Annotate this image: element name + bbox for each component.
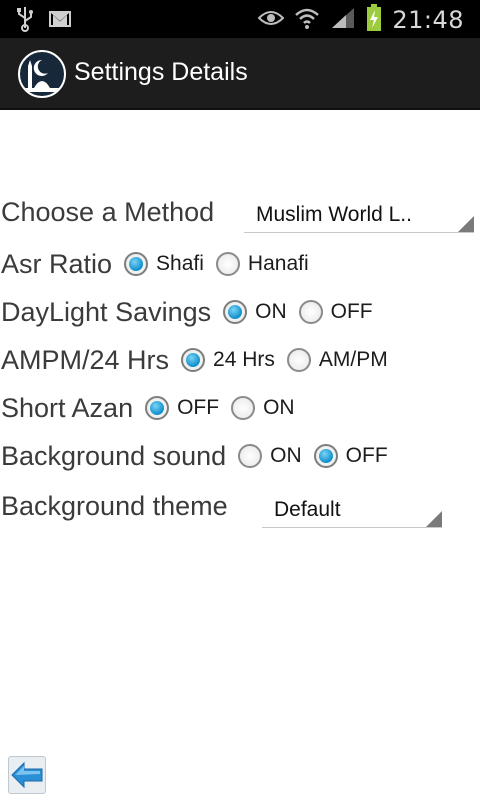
ampm-24hrs-radio[interactable] <box>181 348 206 372</box>
mosque-crescent-logo <box>18 50 66 98</box>
gmail-icon <box>48 9 72 33</box>
signal-icon <box>330 7 356 33</box>
action-bar: Settings Details <box>0 38 480 110</box>
background-sound-label: Background sound <box>1 440 227 471</box>
ampm-ampm-label[interactable]: AM/PM <box>319 348 388 372</box>
background-theme-label: Background theme <box>1 490 228 521</box>
spinner-arrow-icon <box>458 216 474 232</box>
daylight-off-label[interactable]: OFF <box>331 300 373 324</box>
short-azan-row: Short Azan OFF ON <box>0 386 307 430</box>
theme-spinner-value: Default <box>274 498 341 521</box>
asr-hanafi-radio[interactable] <box>215 252 240 276</box>
method-spinner[interactable]: Muslim World L.. <box>244 195 474 233</box>
asr-hanafi-label[interactable]: Hanafi <box>248 252 309 276</box>
daylight-off-radio[interactable] <box>298 300 323 324</box>
asr-ratio-label: Asr Ratio <box>1 248 113 279</box>
method-label: Choose a Method <box>1 196 215 227</box>
back-arrow-icon <box>9 761 45 797</box>
daylight-row: DayLight Savings ON OFF <box>0 290 385 334</box>
method-row: Choose a Method <box>0 190 214 234</box>
ampm-ampm-radio[interactable] <box>286 348 311 372</box>
azan-off-radio[interactable] <box>145 396 170 420</box>
usb-icon <box>16 6 34 36</box>
short-azan-label: Short Azan <box>1 392 134 423</box>
daylight-on-label[interactable]: ON <box>255 300 287 324</box>
eye-icon <box>257 9 285 31</box>
ampm-24hrs-label[interactable]: 24 Hrs <box>213 348 275 372</box>
bgsound-off-radio[interactable] <box>313 444 338 468</box>
ampm-label: AMPM/24 Hrs <box>1 344 170 375</box>
ampm-row: AMPM/24 Hrs 24 Hrs AM/PM <box>0 338 400 382</box>
method-spinner-value: Muslim World L.. <box>256 203 412 226</box>
azan-on-label[interactable]: ON <box>263 396 295 420</box>
asr-ratio-row: Asr Ratio Shafi Hanafi <box>0 242 321 286</box>
bgsound-off-label[interactable]: OFF <box>346 444 388 468</box>
spinner-arrow-icon <box>426 511 442 527</box>
page-title: Settings Details <box>74 58 248 86</box>
background-sound-row: Background sound ON OFF <box>0 434 400 478</box>
azan-off-label[interactable]: OFF <box>177 396 219 420</box>
back-button[interactable] <box>8 756 46 794</box>
theme-spinner[interactable]: Default <box>262 490 442 528</box>
asr-shafi-radio[interactable] <box>124 252 149 276</box>
bgsound-on-label[interactable]: ON <box>270 444 302 468</box>
background-theme-row: Background theme <box>0 484 228 528</box>
azan-on-radio[interactable] <box>231 396 256 420</box>
wifi-icon <box>294 6 320 34</box>
daylight-label: DayLight Savings <box>1 296 212 327</box>
bgsound-on-radio[interactable] <box>238 444 263 468</box>
asr-shafi-label[interactable]: Shafi <box>156 252 204 276</box>
status-clock: 21:48 <box>392 6 464 34</box>
battery-charging-icon <box>366 4 382 36</box>
status-bar: 21:48 <box>0 0 480 38</box>
daylight-on-radio[interactable] <box>223 300 248 324</box>
